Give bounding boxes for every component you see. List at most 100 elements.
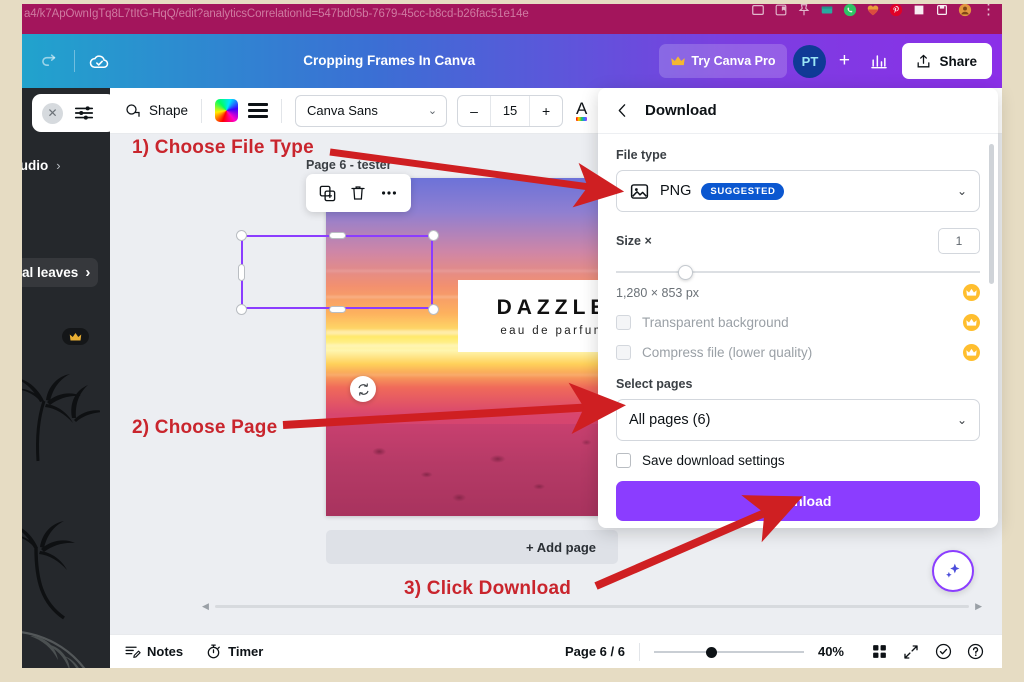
zoom-value[interactable]: 40% — [818, 644, 844, 659]
color-swatch[interactable] — [215, 99, 239, 122]
profile-icon[interactable] — [958, 4, 972, 17]
sand-area — [326, 424, 622, 516]
grammarly-icon[interactable] — [912, 4, 926, 17]
palm-tree-graphic[interactable] — [22, 508, 110, 628]
scroll-right-arrow[interactable]: ▶ — [975, 601, 982, 612]
heart-icon[interactable] — [866, 4, 880, 17]
sidebar-item-tropical-leaves[interactable]: al leaves › — [22, 258, 99, 287]
timer-button[interactable]: Timer — [205, 643, 263, 660]
window-icon[interactable] — [751, 4, 765, 17]
grid-view-icon — [872, 645, 886, 658]
object-context-toolbar — [306, 174, 411, 212]
premium-badge — [963, 284, 980, 301]
select-pages-dropdown[interactable]: All pages (6) ⌄ — [616, 399, 980, 441]
zoom-slider[interactable] — [653, 645, 804, 659]
sliders-icon[interactable] — [73, 102, 95, 124]
whatsapp-icon[interactable] — [843, 4, 857, 17]
font-size-value[interactable]: 15 — [490, 95, 531, 126]
palm-frond-graphic[interactable] — [22, 628, 110, 668]
size-row: Size × 1 — [616, 228, 980, 254]
sidebar-item-audio[interactable]: Audio › — [22, 158, 61, 173]
notes-button[interactable]: Notes — [124, 643, 183, 660]
transparent-background-checkbox[interactable] — [616, 315, 631, 330]
more-dots-icon — [382, 191, 396, 195]
document-title[interactable]: Cropping Frames In Canva — [303, 53, 475, 68]
resize-handle-top-right[interactable] — [428, 230, 439, 241]
font-size-increase[interactable]: + — [530, 96, 562, 126]
browser-address-bar[interactable]: a4/k7ApOwnIgTq8L7tItG-HqQ/edit?analytics… — [22, 4, 1002, 34]
grid-view-button[interactable] — [866, 639, 892, 665]
header-divider — [74, 50, 75, 72]
pin-icon[interactable] — [797, 4, 811, 17]
transparent-background-option[interactable]: Transparent background — [616, 315, 789, 330]
resize-handle-top[interactable] — [329, 232, 346, 239]
scroll-left-arrow[interactable]: ◀ — [202, 601, 209, 612]
size-label: Size × — [616, 234, 652, 248]
resize-handle-bottom[interactable] — [329, 306, 346, 313]
redo-button[interactable] — [30, 41, 70, 81]
crown-icon — [966, 288, 977, 296]
text-color-button[interactable]: A — [573, 100, 590, 121]
duplicate-button[interactable] — [318, 184, 337, 203]
help-circle-icon — [967, 643, 983, 660]
font-size-stepper[interactable]: – 15 + — [457, 94, 564, 127]
share-button[interactable]: Share — [902, 43, 992, 79]
saved-status-button[interactable] — [79, 41, 119, 81]
left-sidebar: ✕ Audio › al leaves › — [22, 88, 110, 668]
try-canva-pro-button[interactable]: Try Canva Pro — [659, 44, 788, 78]
avatar[interactable]: PT — [793, 44, 827, 78]
pinterest-icon[interactable] — [889, 4, 903, 17]
select-pages-value: All pages (6) — [629, 412, 711, 428]
scroll-track[interactable] — [214, 605, 970, 608]
download-panel-body: File type PNG SUGGESTED ⌄ Size × 1 1,280… — [598, 134, 998, 521]
notes-pencil-icon — [125, 646, 141, 658]
resize-handle-bottom-right[interactable] — [428, 304, 439, 315]
annotation-step-3: 3) Click Download — [404, 578, 572, 599]
approve-button[interactable] — [930, 639, 956, 665]
annotation-step-2: 2) Choose Page — [132, 417, 278, 438]
font-size-decrease[interactable]: – — [458, 96, 490, 126]
rotate-handle[interactable] — [350, 376, 376, 402]
file-type-select[interactable]: PNG SUGGESTED ⌄ — [616, 170, 980, 212]
resize-handle-top-left[interactable] — [236, 230, 247, 241]
help-button[interactable] — [962, 639, 988, 665]
save-download-settings-option[interactable]: Save download settings — [616, 453, 785, 468]
browser-url-text[interactable]: a4/k7ApOwnIgTq8L7tItG-HqQ/edit?analytics… — [22, 8, 529, 20]
resize-handle-bottom-left[interactable] — [236, 304, 247, 315]
resize-handle-left[interactable] — [238, 264, 245, 281]
compress-file-option[interactable]: Compress file (lower quality) — [616, 345, 812, 360]
design-page[interactable]: DAZZLE eau de parfum — [326, 178, 622, 516]
analytics-button[interactable] — [862, 44, 896, 78]
compress-file-checkbox[interactable] — [616, 345, 631, 360]
save-download-settings-checkbox[interactable] — [616, 453, 631, 468]
size-slider-knob[interactable] — [678, 265, 693, 280]
download-button[interactable]: Download — [616, 481, 980, 521]
shape-button[interactable]: Shape — [124, 102, 188, 120]
palm-tree-graphic[interactable] — [22, 346, 100, 466]
download-panel-scrollbar[interactable] — [989, 144, 994, 284]
check-circle-icon — [935, 643, 951, 660]
magic-assistant-button[interactable] — [932, 550, 974, 592]
notes-label: Notes — [147, 644, 184, 659]
canvas-horizontal-scrollbar[interactable]: ◀ ▶ — [198, 601, 986, 612]
size-multiplier-input[interactable]: 1 — [938, 228, 980, 254]
add-collaborator-button[interactable]: + — [832, 50, 856, 72]
save-icon[interactable] — [935, 4, 949, 17]
browser-menu-icon[interactable]: ⋮ — [981, 4, 996, 17]
extension-green-icon[interactable] — [820, 4, 834, 17]
rotate-icon — [358, 382, 368, 396]
more-options-button[interactable] — [379, 183, 399, 203]
delete-button[interactable] — [349, 184, 367, 202]
fullscreen-button[interactable] — [898, 639, 924, 665]
sidebar-item-tropical-label: al leaves — [22, 265, 79, 280]
font-family-select[interactable]: Canva Sans ⌄ — [295, 94, 448, 127]
align-lines-icon[interactable] — [248, 103, 269, 118]
back-chevron-icon[interactable] — [614, 102, 631, 119]
close-icon[interactable]: ✕ — [42, 102, 63, 124]
add-page-button[interactable]: + Add page — [326, 530, 618, 564]
stopwatch-icon — [207, 644, 220, 659]
bookmark-icon[interactable] — [774, 4, 788, 17]
chevron-down-icon: ⌄ — [427, 105, 438, 117]
zoom-slider-knob[interactable] — [705, 646, 717, 658]
size-slider[interactable] — [616, 264, 980, 280]
